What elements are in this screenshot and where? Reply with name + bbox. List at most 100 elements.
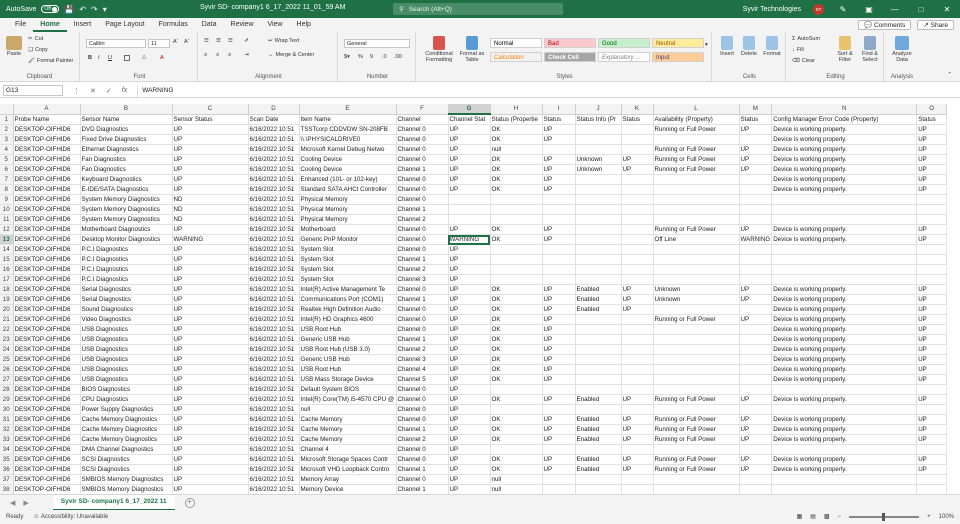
cell[interactable]: UP [448, 154, 491, 165]
cell[interactable]: 6/16/2022 10:51 [248, 204, 300, 215]
cell[interactable]: Channel 2 [396, 214, 449, 225]
cell[interactable]: UP [172, 344, 249, 355]
row-header[interactable]: 35 [0, 454, 14, 465]
cell[interactable]: Channel 0 [396, 134, 449, 145]
cell[interactable]: Motherboard [299, 224, 397, 235]
cell[interactable]: Running or Full Power [653, 124, 740, 135]
cell[interactable]: Device is working properly. [771, 364, 918, 375]
cell[interactable]: P.C.I Diagnostics [80, 264, 173, 275]
cell[interactable]: UP [542, 294, 576, 305]
comma-icon[interactable]: 9 [370, 54, 373, 60]
more-options-icon[interactable]: ⋮ [73, 87, 80, 95]
cell[interactable] [621, 364, 654, 375]
cell[interactable] [575, 404, 622, 415]
cell[interactable] [739, 334, 773, 345]
cell[interactable]: UP [542, 134, 576, 145]
cell[interactable] [653, 404, 740, 415]
borders-icon[interactable] [124, 55, 130, 61]
cell[interactable]: Running or Full Power [653, 224, 740, 235]
cell[interactable] [653, 344, 740, 355]
cell[interactable]: DESKTOP-OIFHID6 [13, 434, 81, 445]
tab-data[interactable]: Data [195, 18, 224, 32]
style-input[interactable]: Input [652, 52, 704, 62]
cell[interactable]: null [490, 484, 543, 494]
cell[interactable] [575, 144, 622, 155]
cell[interactable]: DESKTOP-OIFHID6 [13, 474, 81, 485]
cell[interactable]: UP [172, 474, 249, 485]
cell[interactable]: UP [172, 394, 249, 405]
cell[interactable]: Channel 4 [299, 444, 397, 455]
cell[interactable]: Generic USB Hub [299, 354, 397, 365]
cell[interactable]: 6/16/2022 10:51 [248, 484, 300, 494]
cell[interactable] [621, 204, 654, 215]
cell[interactable]: UP [542, 334, 576, 345]
cell[interactable]: UP [448, 394, 491, 405]
cell[interactable]: Fan Diagnostics [80, 164, 173, 175]
style-normal[interactable]: Normal [490, 38, 542, 48]
cell[interactable]: 6/16/2022 10:51 [248, 184, 300, 195]
column-header-h[interactable]: H [490, 104, 543, 115]
cell[interactable]: Channel 0 [396, 154, 449, 165]
sheet-tab[interactable]: Syvir SD- company1 6_17_2022 11 [52, 494, 175, 511]
cell[interactable]: UP [916, 124, 948, 135]
cell[interactable]: DESKTOP-OIFHID6 [13, 334, 81, 345]
cell[interactable]: UP [172, 254, 249, 265]
cell[interactable]: USB Diagnostics [80, 364, 173, 375]
cell[interactable]: UP [448, 444, 491, 455]
row-header[interactable]: 27 [0, 374, 14, 385]
cell[interactable] [621, 184, 654, 195]
cell[interactable]: 6/16/2022 10:51 [248, 264, 300, 275]
cell[interactable]: Device is working properly. [771, 134, 918, 145]
row-header[interactable]: 7 [0, 174, 14, 185]
cell[interactable]: DESKTOP-OIFHID6 [13, 234, 81, 245]
cell[interactable]: Channel 0 [396, 234, 449, 245]
cell[interactable] [542, 194, 576, 205]
cell[interactable]: 6/16/2022 10:51 [248, 344, 300, 355]
cell[interactable]: Channel 0 [396, 174, 449, 185]
name-box[interactable]: G13 [3, 85, 63, 96]
cell[interactable]: Cooling Device [299, 164, 397, 175]
column-header-b[interactable]: B [80, 104, 173, 115]
cell[interactable] [490, 384, 543, 395]
row-header[interactable]: 15 [0, 254, 14, 265]
row-header[interactable]: 17 [0, 274, 14, 285]
cell[interactable]: OK [490, 454, 543, 465]
cell[interactable]: Generic PnP Monitor [299, 234, 397, 245]
cell[interactable]: Cache Memory Diagnostics [80, 424, 173, 435]
cell[interactable]: Unknown [653, 284, 740, 295]
cell[interactable]: System Slot [299, 264, 397, 275]
cell[interactable]: 6/16/2022 10:51 [248, 424, 300, 435]
cell[interactable]: Channel 0 [396, 124, 449, 135]
cell[interactable]: Enabled [575, 284, 622, 295]
cell[interactable]: USB Diagnostics [80, 354, 173, 365]
cell[interactable]: \\.\PHYSICALDRIVE0 [299, 134, 397, 145]
cell[interactable] [575, 134, 622, 145]
cell[interactable]: Communications Port (COM1) [299, 294, 397, 305]
cell[interactable] [653, 254, 740, 265]
cell[interactable] [575, 384, 622, 395]
cell[interactable]: UP [448, 484, 491, 494]
cell[interactable]: OK [490, 354, 543, 365]
row-header[interactable]: 2 [0, 124, 14, 135]
comments-button[interactable]: 💬 Comments [858, 20, 912, 30]
cell[interactable]: Device is working properly. [771, 124, 918, 135]
cell[interactable]: UP [448, 334, 491, 345]
cell[interactable] [621, 254, 654, 265]
cell[interactable] [739, 324, 773, 335]
cell[interactable]: UP [621, 424, 654, 435]
cell[interactable]: UP [172, 374, 249, 385]
cell[interactable]: Channel 1 [396, 464, 449, 475]
cell[interactable] [653, 474, 740, 485]
enter-icon[interactable]: ✓ [106, 87, 112, 95]
cell[interactable] [490, 404, 543, 415]
cell[interactable]: UP [542, 314, 576, 325]
row-header[interactable]: 12 [0, 224, 14, 235]
cell[interactable]: Generic USB Hub [299, 334, 397, 345]
cell[interactable]: 6/16/2022 10:51 [248, 454, 300, 465]
font-name-select[interactable]: Calibri [86, 39, 146, 48]
cell[interactable]: Serial Diagnostics [80, 284, 173, 295]
cell[interactable]: USB Root Hub [299, 324, 397, 335]
cell[interactable] [653, 444, 740, 455]
cell[interactable] [916, 404, 948, 415]
page-break-view-icon[interactable]: ▩ [824, 513, 830, 520]
